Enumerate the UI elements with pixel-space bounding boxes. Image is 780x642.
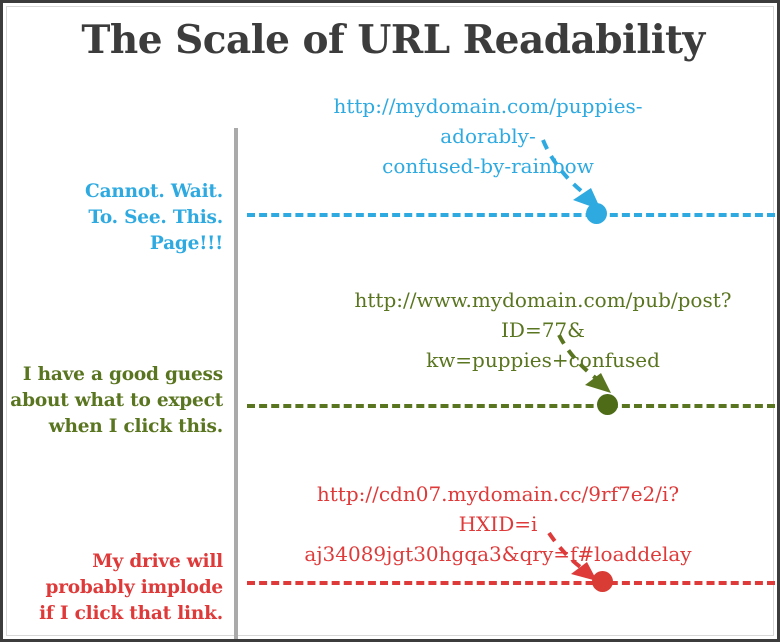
label-line: My drive will xyxy=(92,551,223,572)
scale-line-unreadable xyxy=(247,581,775,585)
label-line: Cannot. Wait. xyxy=(85,181,223,202)
url-line: http://www.mydomain.com/pub/post?ID=77& xyxy=(354,288,732,342)
vertical-axis xyxy=(234,128,238,639)
url-line: kw=puppies+confused xyxy=(426,348,660,372)
scale-dot-unreadable xyxy=(592,571,613,592)
scale-line-readable xyxy=(247,213,775,217)
label-line: Page!!! xyxy=(149,233,223,254)
label-line: when I click this. xyxy=(48,416,223,437)
label-line: if I click that link. xyxy=(39,603,223,624)
label-line: I have a good guess xyxy=(22,364,223,385)
scale-dot-readable xyxy=(586,203,607,224)
url-annotation-unreadable: http://cdn07.mydomain.cc/9rf7e2/i?HXID=i… xyxy=(278,479,718,569)
scale-label-guessable: I have a good guess about what to expect… xyxy=(8,362,223,440)
scale-dot-guessable xyxy=(597,394,618,415)
url-line: aj34089jgt30hgqa3&qry=f#loaddelay xyxy=(304,542,692,566)
label-line: probably implode xyxy=(45,577,223,598)
scale-line-guessable xyxy=(247,404,775,408)
scale-label-readable: Cannot. Wait. To. See. This. Page!!! xyxy=(8,179,223,257)
label-line: about what to expect xyxy=(10,390,223,411)
label-line: To. See. This. xyxy=(88,207,223,228)
infographic-canvas: The Scale of URL Readability http://mydo… xyxy=(0,0,780,642)
page-title: The Scale of URL Readability xyxy=(81,17,705,63)
scale-label-unreadable: My drive will probably implode if I clic… xyxy=(8,549,223,627)
url-line: http://cdn07.mydomain.cc/9rf7e2/i?HXID=i xyxy=(316,482,680,536)
url-annotation-guessable: http://www.mydomain.com/pub/post?ID=77& … xyxy=(333,285,753,375)
